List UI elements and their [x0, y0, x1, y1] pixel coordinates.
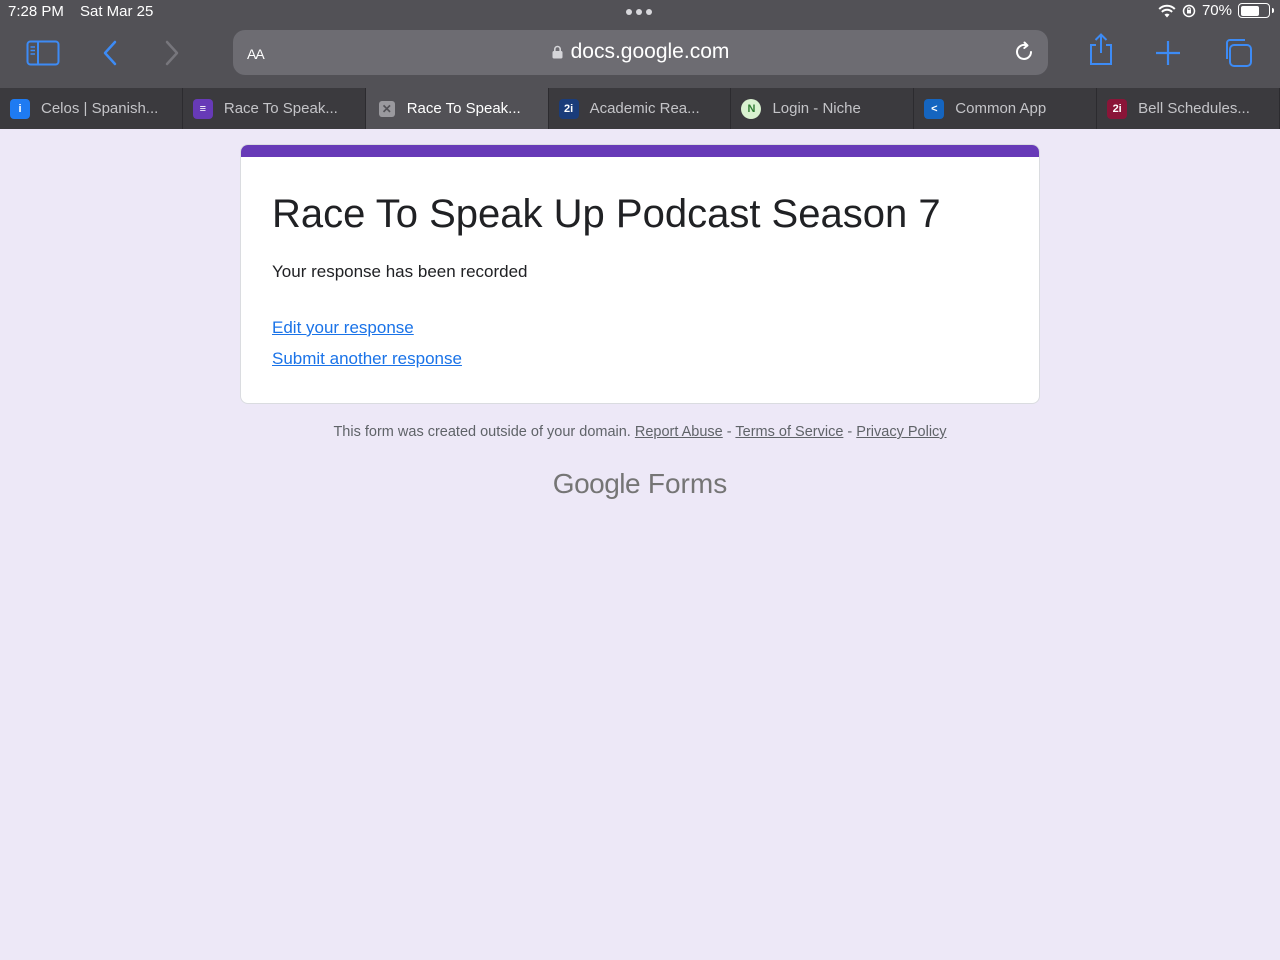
- form-response-card: Race To Speak Up Podcast Season 7 Your r…: [240, 144, 1040, 404]
- share-icon: [1090, 33, 1112, 65]
- domain-notice: This form was created outside of your do…: [333, 424, 631, 440]
- tab-label: Common App: [955, 100, 1047, 117]
- new-tab-button[interactable]: [1151, 38, 1185, 68]
- url-display[interactable]: docs.google.com: [233, 40, 1048, 64]
- battery-icon: [1238, 3, 1274, 18]
- footer-separator: -: [726, 424, 732, 440]
- google-wordmark: Google: [552, 468, 641, 499]
- tab-label: Race To Speak...: [223, 100, 338, 117]
- status-date: Sat Mar 25: [80, 3, 154, 20]
- terms-of-service-link[interactable]: Terms of Service: [735, 424, 843, 440]
- report-abuse-link[interactable]: Report Abuse: [635, 424, 723, 440]
- form-footer: This form was created outside of your do…: [0, 424, 1280, 440]
- edit-response-link[interactable]: Edit your response: [272, 318, 414, 338]
- reload-icon[interactable]: [1012, 40, 1036, 64]
- bell-schedules-icon: 2i: [1107, 98, 1128, 119]
- battery-percent: 70%: [1201, 2, 1232, 19]
- status-time: 7:28 PM: [8, 3, 64, 20]
- response-recorded-message: Your response has been recorded: [272, 262, 528, 281]
- tab-2[interactable]: ≡ Race To Speak...: [183, 88, 366, 129]
- chevron-left-icon: [103, 40, 117, 66]
- close-tab-icon[interactable]: ✕: [378, 100, 395, 117]
- tab-label: Bell Schedules...: [1138, 100, 1250, 117]
- privacy-policy-link[interactable]: Privacy Policy: [856, 424, 946, 440]
- submit-another-response-link[interactable]: Submit another response: [272, 349, 462, 369]
- forward-button[interactable]: [155, 38, 189, 68]
- tab-overview-button[interactable]: [1221, 38, 1255, 68]
- wifi-icon: [1158, 4, 1176, 17]
- celos-icon: i: [10, 98, 30, 119]
- tab-3[interactable]: ✕ Race To Speak...: [365, 88, 549, 129]
- 2i-icon: 2i: [558, 98, 579, 119]
- tab-4[interactable]: 2i Academic Rea...: [549, 88, 732, 129]
- sidebar-toggle-icon[interactable]: [26, 38, 60, 68]
- share-button[interactable]: [1084, 33, 1118, 68]
- plus-icon: [1156, 41, 1180, 65]
- tab-1[interactable]: i Celos | Spanish...: [0, 88, 183, 129]
- url-text: docs.google.com: [570, 40, 730, 63]
- multitasking-dots-icon[interactable]: [626, 9, 652, 15]
- form-title: Race To Speak Up Podcast Season 7: [272, 192, 941, 236]
- form-accent-bar: [241, 145, 1039, 157]
- google-forms-logo[interactable]: Google Forms: [0, 468, 1280, 500]
- tab-label: Race To Speak...: [406, 100, 521, 117]
- tab-6[interactable]: < Common App: [914, 88, 1098, 129]
- tab-bar: i Celos | Spanish... ≡ Race To Speak... ✕ Rac…: [0, 88, 1280, 129]
- tab-5[interactable]: N Login - Niche: [731, 88, 915, 129]
- tab-7[interactable]: 2i Bell Schedules...: [1097, 88, 1280, 129]
- chevron-right-icon: [165, 40, 179, 66]
- tab-label: Academic Rea...: [589, 100, 700, 117]
- rotation-lock-icon: [1182, 4, 1196, 17]
- tab-label: Login - Niche: [772, 100, 861, 117]
- lock-icon: [552, 45, 563, 59]
- common-app-icon: <: [924, 98, 945, 119]
- footer-separator: -: [847, 424, 853, 440]
- address-bar[interactable]: AA docs.google.com: [233, 30, 1048, 75]
- back-button[interactable]: [93, 38, 127, 68]
- forms-wordmark: Forms: [647, 468, 728, 499]
- battery-fill: [1240, 5, 1260, 16]
- niche-icon: N: [741, 98, 762, 119]
- status-indicators: 70%: [1158, 2, 1274, 19]
- google-forms-icon: ≡: [192, 98, 213, 119]
- tabs-overview-icon: [1226, 39, 1252, 67]
- tab-label: Celos | Spanish...: [41, 100, 159, 117]
- browser-chrome: 7:28 PM Sat Mar 25 70% AA docs.google.co…: [0, 0, 1280, 88]
